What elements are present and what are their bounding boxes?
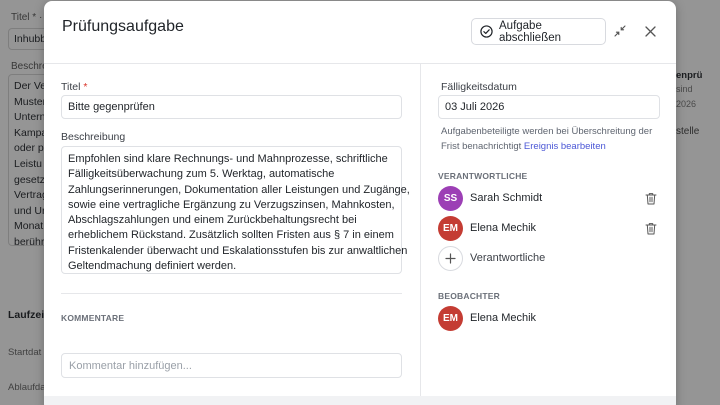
title-label-text: Titel [61, 81, 81, 93]
due-date-note: Aufgabenbeteiligte werden bei Überschrei… [441, 124, 666, 154]
edit-event-link[interactable]: Ereignis bearbeiten [524, 141, 606, 152]
plus-circle [438, 245, 463, 271]
trash-icon [645, 222, 657, 234]
close-icon [644, 25, 656, 37]
title-input[interactable]: Bitte gegenprüfen [61, 95, 402, 119]
required-mark: * [83, 81, 88, 93]
add-responsible-button[interactable]: Verantwortliche [438, 245, 545, 271]
complete-task-button[interactable]: Aufgabe abschließen [471, 18, 606, 45]
responsible-person: EM Elena Mechik [438, 215, 536, 241]
check-circle-icon [480, 25, 493, 38]
description-line: Fristenkalender überwacht und Eskalation… [68, 244, 408, 257]
due-date-note-text: Aufgabenbeteiligte werden bei Überschrei… [441, 126, 653, 137]
comments-label: KOMMENTARE [61, 313, 125, 323]
description-line: Empfohlen sind klare Rechnungs- und Mahn… [68, 153, 388, 165]
due-date-note-text-2: Frist benachrichtigt [441, 141, 522, 152]
person-name: Sarah Schmidt [470, 192, 543, 204]
remove-responsible-button[interactable] [644, 221, 658, 235]
description-line: Geltendmachung definiert werden. [68, 260, 237, 273]
due-date-input[interactable]: 03 Juli 2026 [438, 95, 660, 119]
description-line: sowie eine vertragliche Ergänzung zu Ver… [68, 198, 395, 211]
close-button[interactable] [642, 23, 658, 39]
due-date-label: Fälligkeitsdatum [441, 81, 517, 93]
person-name: Elena Mechik [470, 222, 537, 234]
complete-task-label: Aufgabe abschließen [499, 19, 562, 44]
collapse-button[interactable] [612, 23, 628, 39]
description-line: erheblichem Rückstand. Zusätzlich sollte… [68, 229, 394, 242]
remove-responsible-button[interactable] [644, 191, 658, 205]
collapse-arrows-icon [614, 25, 626, 37]
description-line: Abschlagszahlungen und einem Zurückbehal… [68, 214, 357, 227]
responsible-person: SS Sarah Schmidt [438, 185, 542, 211]
header-divider [44, 63, 676, 64]
comments-divider [61, 293, 402, 294]
description-line: Fälligkeitsüberwachung zum 5. Werktag, a… [68, 168, 335, 181]
column-divider [420, 63, 421, 403]
avatar: EM [438, 215, 463, 241]
description-label: Beschreibung [61, 131, 126, 143]
comment-input[interactable]: Kommentar hinzufügen... [61, 353, 402, 378]
modal-title: Prüfungsaufgabe [62, 18, 184, 35]
responsible-label: VERANTWORTLICHE [438, 171, 528, 181]
person-name: Elena Mechik [470, 312, 537, 324]
modal-footer [44, 396, 676, 405]
description-line: Zahlungserinnerungen, Dokumentation alle… [68, 183, 410, 196]
task-modal: Prüfungsaufgabe Aufgabe abschließen Tite… [44, 1, 676, 405]
plus-icon [445, 252, 456, 264]
observer-person: EM Elena Mechik [438, 305, 536, 331]
observers-label: BEOBACHTER [438, 291, 500, 301]
trash-icon [645, 192, 657, 204]
description-textarea[interactable]: Empfohlen sind klare Rechnungs- und Mahn… [61, 146, 410, 274]
avatar: EM [438, 305, 463, 331]
title-field-label: Titel * [61, 81, 87, 93]
avatar: SS [438, 185, 463, 211]
add-responsible-label: Verantwortliche [470, 252, 546, 264]
